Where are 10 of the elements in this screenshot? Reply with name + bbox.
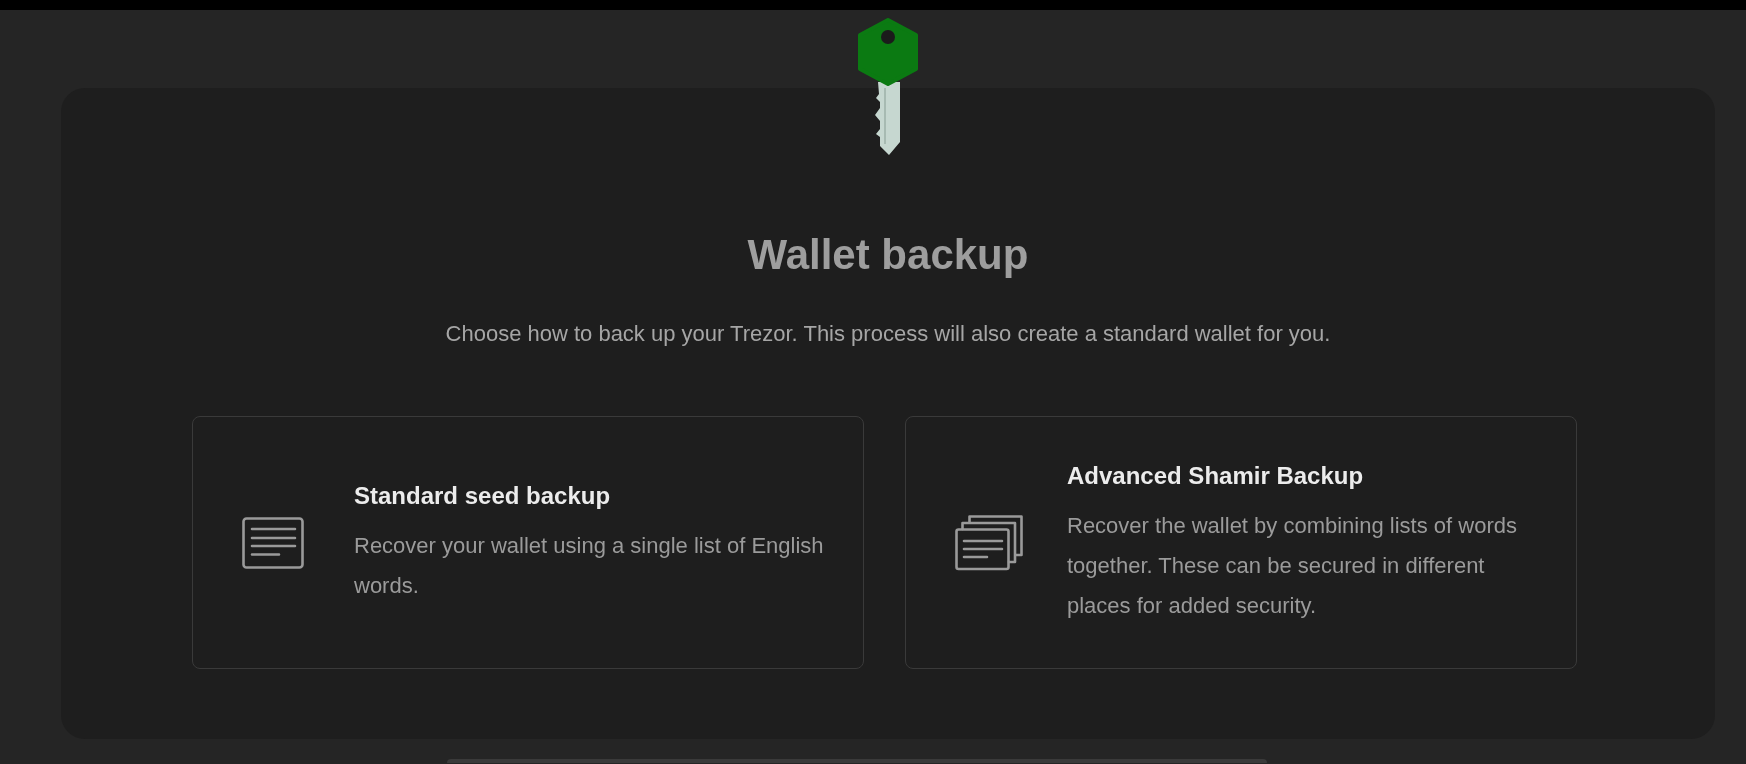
option-title: Advanced Shamir Backup: [1067, 460, 1365, 491]
document-icon: [242, 516, 304, 569]
page-title: Wallet backup: [746, 230, 1030, 280]
backup-option-card[interactable]: Advanced Shamir Backup Recover the wallet by combining lists of words together. These can be secured in different places for added security.: [905, 416, 1577, 669]
backup-option-card[interactable]: Standard seed backup Recover your wallet using a single list of English words.: [192, 416, 864, 669]
option-title: Standard seed backup: [354, 480, 612, 511]
stacked-documents-icon: [955, 514, 1023, 571]
page-subtitle: Choose how to back up your Trezor. This process will also create a standard wallet for you.: [444, 320, 1332, 348]
option-description: Recover the wallet by combining lists of words together. These can be secured in different places for added security.: [1067, 511, 1518, 620]
option-description: Recover your wallet using a single list of English words.: [354, 531, 825, 600]
